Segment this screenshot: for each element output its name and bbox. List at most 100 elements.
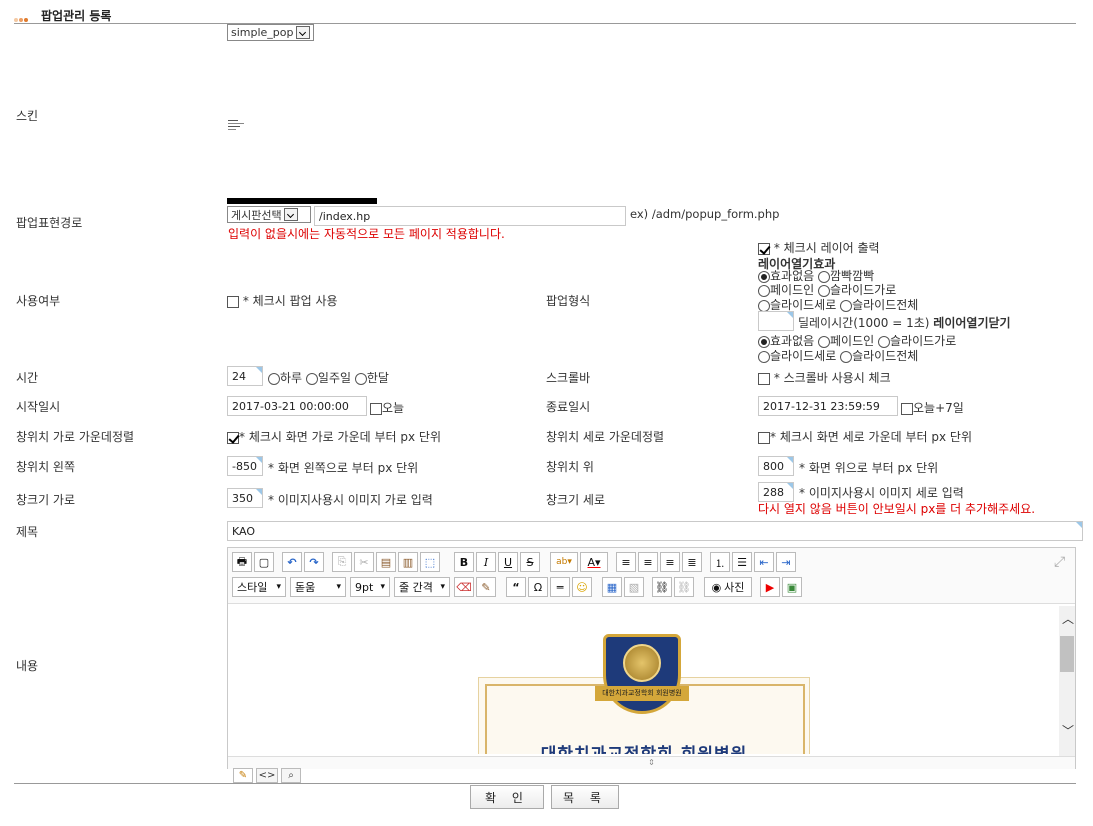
ordered-list-icon[interactable]: ⒈ — [710, 552, 730, 572]
close-effect-radio-fade[interactable] — [818, 335, 830, 348]
close-effect-radio-slide-v[interactable] — [758, 350, 770, 363]
scroll-up-icon[interactable]: ︿ — [1062, 610, 1074, 627]
emoticon-icon[interactable]: ☺ — [572, 577, 592, 597]
editor-scrollbar[interactable]: ︿ ﹀ — [1059, 606, 1075, 756]
link-icon[interactable]: ⛓ — [652, 577, 672, 597]
list-button[interactable]: 목 록 — [551, 785, 619, 809]
paste-icon[interactable]: ▤ — [376, 552, 396, 572]
size-dropdown[interactable]: 9pt — [350, 577, 390, 597]
open-effect-radio-slide-v[interactable] — [758, 299, 770, 312]
scroll-down-icon[interactable]: ﹀ — [1062, 722, 1074, 739]
confirm-button[interactable]: 확 인 — [470, 785, 544, 809]
undo-icon[interactable]: ↶ — [282, 552, 302, 572]
open-effect-radio-slide-h[interactable] — [818, 284, 830, 297]
footer-divider — [14, 783, 1076, 784]
font-dropdown[interactable]: 돋움 — [290, 577, 346, 597]
time-option-label: 하루 — [280, 371, 303, 385]
style-dropdown[interactable]: 스타일 — [232, 577, 286, 597]
close-effect-row-2: 슬라이드세로 슬라이드전체 — [758, 347, 918, 364]
unordered-list-icon[interactable]: ☰ — [732, 552, 752, 572]
bold-icon[interactable]: B — [454, 552, 474, 572]
close-effect-radio-slide-all[interactable] — [840, 350, 853, 363]
center-v-option: * 체크시 화면 세로 가운데 부터 px 단위 — [758, 428, 972, 445]
center-v-checkbox-label: * 체크시 화면 세로 가운데 부터 px 단위 — [770, 430, 972, 444]
new-document-icon[interactable]: ▢ — [254, 552, 274, 572]
editor-toolbar: 🖶 ▢ ↶ ↷ ⎘ ✂ ▤ ▥ ⬚ B I U S ab▾ A▾ ≡ ≡ ≡ ≣… — [228, 548, 1075, 604]
scroll-thumb[interactable] — [1060, 636, 1074, 672]
usage-checkbox[interactable] — [227, 295, 239, 308]
youtube-icon[interactable]: ▶ — [760, 577, 780, 597]
width-input[interactable]: 350 — [227, 488, 263, 508]
path-label: 팝업표현경로 — [16, 216, 83, 230]
start-input[interactable]: 2017-03-21 00:00:00 — [227, 396, 367, 416]
underline-icon[interactable]: U — [498, 552, 518, 572]
center-h-checkbox[interactable] — [227, 431, 239, 444]
scrollbar-checkbox[interactable] — [758, 372, 770, 385]
font-dropdown-label: 돋움 — [295, 581, 316, 594]
close-effect-radio-none[interactable] — [758, 335, 770, 348]
subject-input[interactable]: KAO — [227, 521, 1083, 541]
outdent-icon[interactable]: ⇤ — [754, 552, 774, 572]
align-justify-icon[interactable]: ≣ — [682, 552, 702, 572]
html-mode-icon[interactable]: <> — [256, 768, 278, 783]
time-radio-week[interactable] — [305, 372, 318, 385]
time-radio-day[interactable] — [268, 372, 280, 385]
resize-handle[interactable]: ⇕ — [228, 756, 1075, 769]
fullscreen-icon[interactable]: ⤢ — [1054, 554, 1065, 570]
font-color-icon[interactable]: A▾ — [580, 552, 608, 572]
badge-medal-icon — [623, 644, 661, 682]
preview-mode-icon[interactable]: ⌕ — [281, 768, 301, 783]
height-input[interactable]: 288 — [758, 482, 794, 502]
align-right-icon[interactable]: ≡ — [660, 552, 680, 572]
table-edit-icon[interactable]: ▧ — [624, 577, 644, 597]
close-effect-radio-slide-h[interactable] — [878, 335, 890, 348]
line-height-dropdown[interactable]: 줄 간격 — [394, 577, 450, 597]
line-height-dropdown-label: 줄 간격 — [399, 581, 433, 594]
open-effect-radio-fade[interactable] — [758, 284, 770, 297]
end-today-checkbox[interactable] — [901, 402, 913, 415]
select-all-icon[interactable]: ⬚ — [420, 552, 440, 572]
skin-select[interactable]: simple_pop — [227, 24, 314, 41]
layer-checkbox[interactable] — [758, 242, 770, 255]
usage-checkbox-label: * 체크시 팝업 사용 — [242, 294, 338, 308]
end-today-option: 오늘+7일 — [901, 399, 964, 416]
time-option-label: 한달 — [366, 371, 389, 385]
highlight-color-icon[interactable]: ab▾ — [550, 552, 578, 572]
strikethrough-icon[interactable]: S — [520, 552, 540, 572]
time-radio-month[interactable] — [354, 372, 367, 385]
image-icon[interactable]: ▣ — [782, 577, 802, 597]
photo-button[interactable]: ◉ 사진 — [704, 577, 752, 597]
unlink-icon[interactable]: ⛓ — [674, 577, 694, 597]
width-label: 창크기 가로 — [16, 493, 76, 507]
center-v-checkbox[interactable] — [758, 431, 770, 444]
indent-icon[interactable]: ⇥ — [776, 552, 796, 572]
scrollbar-label: 스크롤바 — [546, 371, 591, 385]
paste-text-icon[interactable]: ▥ — [398, 552, 418, 572]
top-input[interactable]: 800 — [758, 456, 794, 476]
delay-input[interactable] — [758, 311, 794, 331]
end-input[interactable]: 2017-12-31 23:59:59 — [758, 396, 898, 416]
left-input[interactable]: -850 — [227, 456, 263, 476]
copy-icon[interactable]: ⎘ — [332, 552, 352, 572]
print-icon[interactable]: 🖶 — [232, 552, 252, 572]
time-options: 하루 일주일 한달 — [268, 369, 389, 386]
italic-icon[interactable]: I — [476, 552, 496, 572]
format-brush-icon[interactable]: ✎ — [476, 577, 496, 597]
cut-icon[interactable]: ✂ — [354, 552, 374, 572]
open-effect-radio-slide-all[interactable] — [840, 299, 853, 312]
eraser-icon[interactable]: ⌫ — [454, 577, 474, 597]
redo-icon[interactable]: ↷ — [304, 552, 324, 572]
board-select[interactable]: 게시판선택 — [227, 206, 311, 223]
time-input[interactable]: 24 — [227, 366, 263, 386]
align-left-icon[interactable]: ≡ — [616, 552, 636, 572]
quote-icon[interactable]: “ — [506, 577, 526, 597]
horizontal-rule-icon[interactable]: ═ — [550, 577, 570, 597]
edit-mode-icon[interactable]: ✎ — [233, 768, 253, 783]
editor-body[interactable]: 대한치과교정학회 회원병원 대한치과교정학회 회원병원 — [228, 604, 1058, 754]
special-char-icon[interactable]: Ω — [528, 577, 548, 597]
width-hint: * 이미지사용시 이미지 가로 입력 — [268, 493, 433, 507]
start-today-checkbox[interactable] — [370, 402, 382, 415]
align-center-icon[interactable]: ≡ — [638, 552, 658, 572]
path-input[interactable]: /index.hp — [314, 206, 626, 226]
table-icon[interactable]: ▦ — [602, 577, 622, 597]
